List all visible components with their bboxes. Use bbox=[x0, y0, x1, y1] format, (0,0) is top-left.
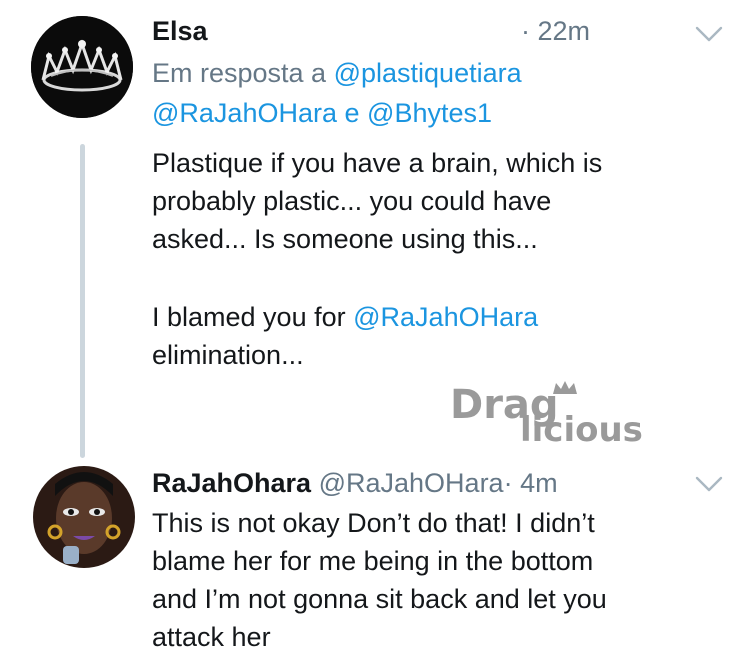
mention-link[interactable]: @Bhytes1 bbox=[367, 98, 492, 128]
tweet-time[interactable]: · 4m bbox=[504, 468, 558, 498]
mention-link[interactable]: @RaJahOHara bbox=[353, 302, 538, 332]
tweet-text-line: This is not okay Don’t do that! I didn’t bbox=[152, 508, 595, 538]
chevron-down-icon[interactable] bbox=[694, 24, 724, 44]
avatar-elsa[interactable] bbox=[31, 16, 133, 118]
mention-link[interactable]: @RaJahOHara bbox=[152, 98, 337, 128]
author-name[interactable]: RaJahOhara bbox=[152, 468, 311, 498]
tweet-text-line: Plastique if you have a brain, which is bbox=[152, 148, 603, 178]
watermark-logo: Drag licious bbox=[450, 378, 720, 450]
tweet-time[interactable]: · 22m bbox=[521, 12, 590, 50]
tweet-text-line: asked... Is someone using this... bbox=[152, 224, 538, 254]
profile-photo-icon bbox=[33, 466, 135, 568]
tweet-header: RaJahOhara @RaJahOHara· 4m bbox=[152, 464, 558, 502]
tweet-text-line: and I’m not gonna sit back and let you bbox=[152, 584, 607, 614]
reply-context: Em resposta a @plastiquetiara bbox=[152, 58, 522, 88]
tweet-text-line: attack her bbox=[152, 622, 271, 652]
author-handle[interactable]: @RaJahOHara bbox=[319, 468, 504, 498]
tweet-text-line: elimination... bbox=[152, 340, 304, 370]
tweet-text-line: blame her for me being in the bottom bbox=[152, 546, 594, 576]
author-name[interactable]: Elsa bbox=[152, 16, 208, 46]
tweet-rajahohara[interactable]: RaJahOhara @RaJahOHara· 4m This is not o… bbox=[0, 460, 750, 665]
mention-link[interactable]: @plastiquetiara bbox=[334, 58, 522, 88]
tweet-header: Elsa bbox=[152, 12, 208, 50]
chevron-down-icon[interactable] bbox=[694, 474, 724, 494]
tweet-text-line: I blamed you for @RaJahOHara bbox=[152, 302, 539, 332]
tweet-text-line: probably plastic... you could have bbox=[152, 186, 552, 216]
avatar-rajahohara[interactable] bbox=[33, 466, 135, 568]
crown-tiara-icon bbox=[31, 16, 133, 118]
watermark-text-bottom: licious bbox=[520, 410, 643, 448]
thread-line bbox=[80, 144, 85, 458]
reply-context-line2: @RaJahOHara e @Bhytes1 bbox=[152, 98, 493, 128]
